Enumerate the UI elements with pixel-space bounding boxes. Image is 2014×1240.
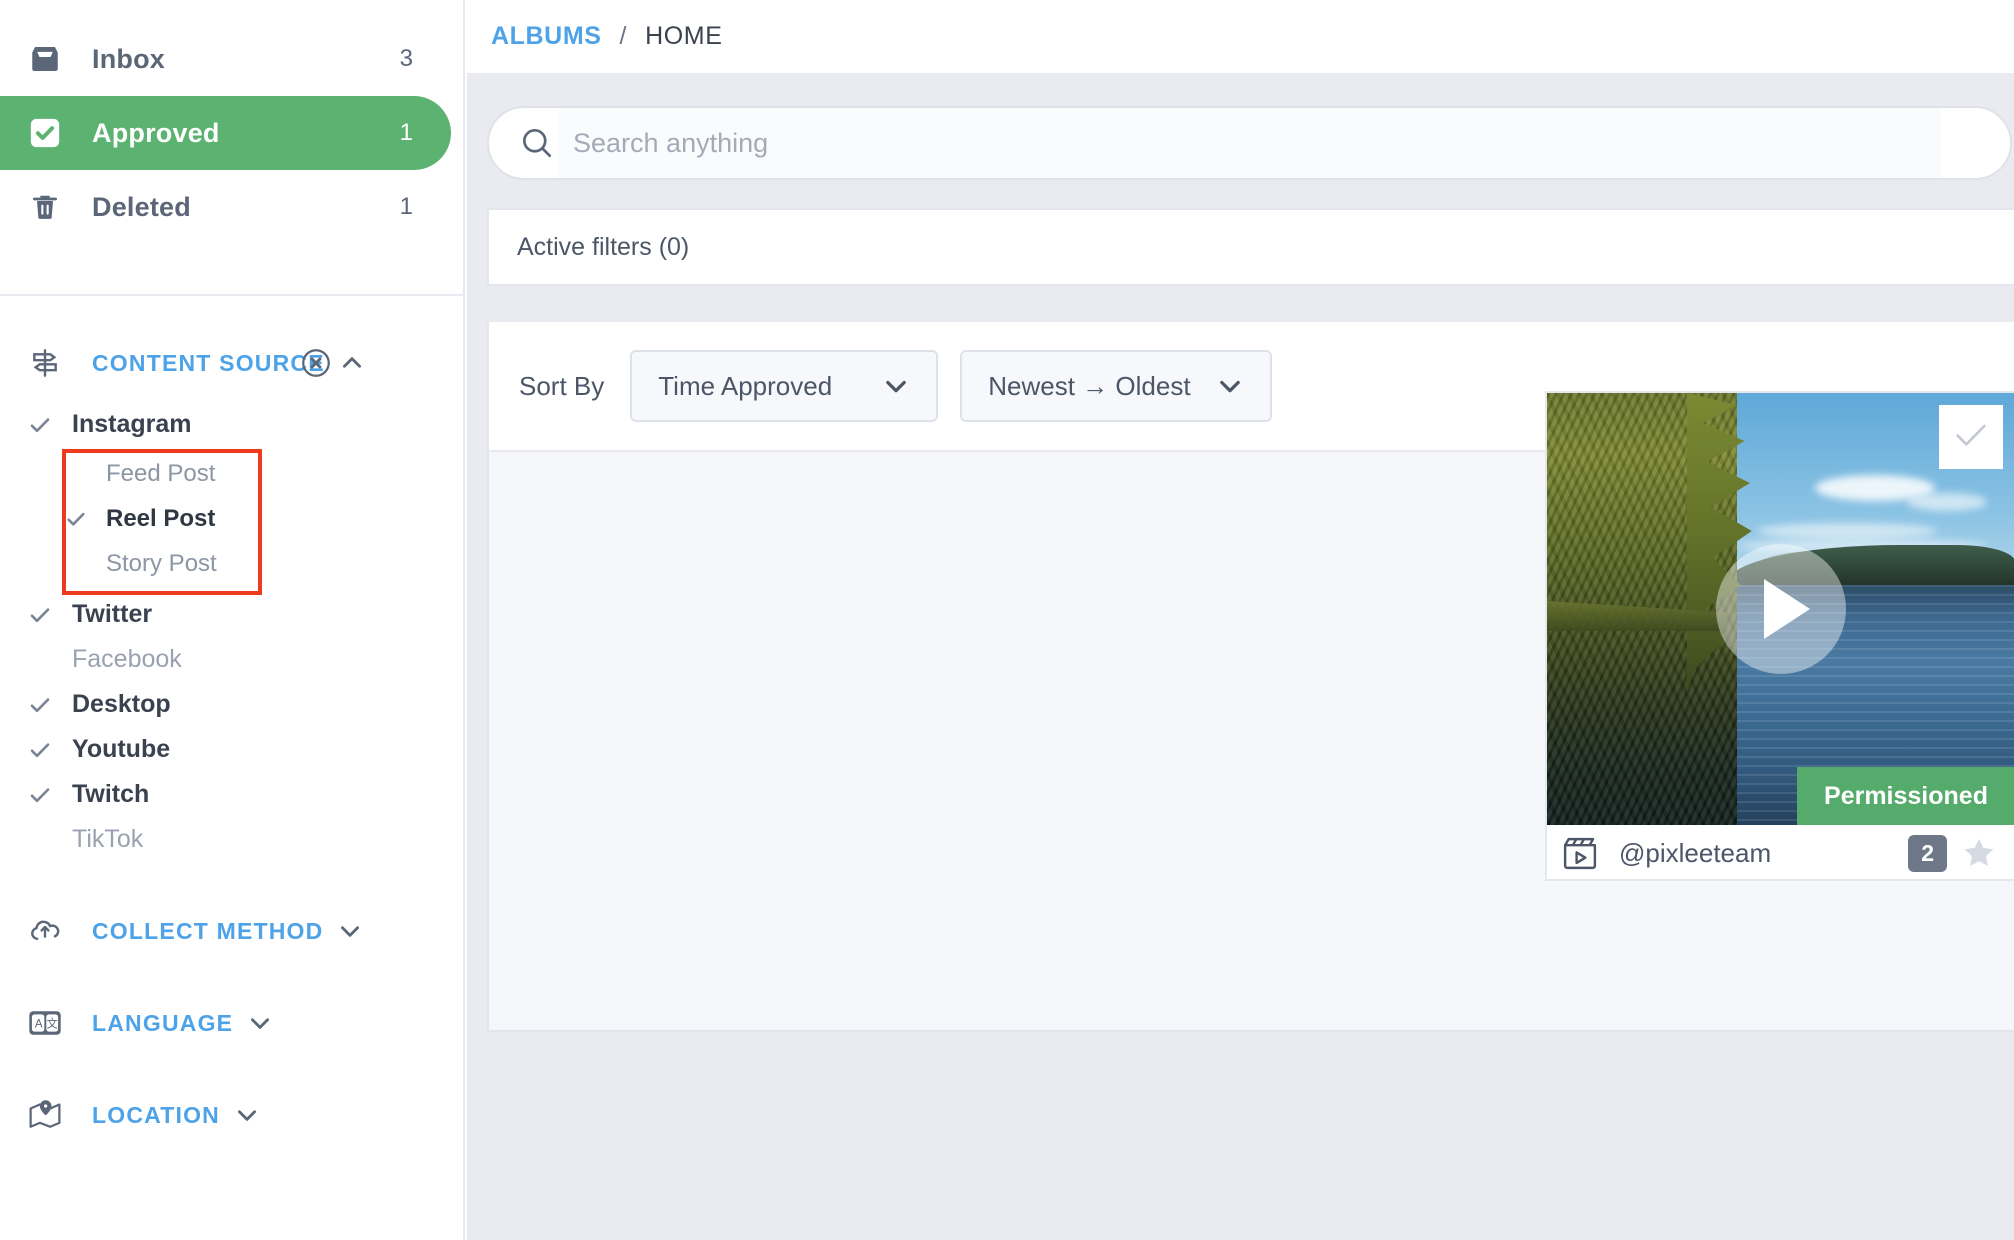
chevron-down-icon[interactable] — [247, 1010, 273, 1036]
source-item-twitter[interactable]: Twitter — [0, 592, 463, 637]
sidebar-item-deleted[interactable]: Deleted 1 — [0, 170, 451, 244]
search-input[interactable] — [563, 128, 2010, 159]
media-author-handle[interactable]: @pixleeteam — [1619, 838, 1908, 869]
filter-header-language[interactable]: A 文 LANGUAGE — [0, 1000, 463, 1046]
breadcrumb-current: HOME — [645, 22, 722, 51]
play-icon[interactable] — [1716, 544, 1846, 674]
chevron-down-icon[interactable] — [234, 1102, 260, 1128]
sort-by-label: Sort By — [519, 371, 604, 402]
filter-title: LOCATION — [92, 1102, 220, 1129]
chevron-down-icon — [882, 372, 910, 400]
source-item-youtube[interactable]: Youtube — [0, 727, 463, 772]
filter-header-content-source[interactable]: CONTENT SOURCE — [0, 340, 463, 386]
filter-title: LANGUAGE — [92, 1010, 233, 1037]
content-source-list: Instagram Feed Post Reel Post — [0, 402, 463, 862]
source-item-instagram[interactable]: Instagram — [0, 402, 463, 447]
sidebar-item-count: 3 — [400, 45, 413, 73]
media-card-footer: @pixleeteam 2 — [1547, 825, 2014, 881]
source-label: Twitch — [72, 780, 149, 809]
check-icon — [22, 413, 58, 437]
search-bar[interactable] — [487, 106, 2012, 180]
active-filters-bar[interactable]: Active filters (0) — [487, 208, 2014, 286]
results-panel: Sort By Time Approved Newest → Oldest — [487, 322, 2014, 1032]
source-label: Desktop — [72, 690, 171, 719]
media-card[interactable]: Permissioned @pixleeteam 2 — [1545, 391, 2014, 881]
filters-panel: CONTENT SOURCE Instagram — [0, 296, 463, 1138]
chevron-down-icon — [1216, 372, 1244, 400]
check-icon — [22, 738, 58, 762]
svg-text:文: 文 — [47, 1017, 58, 1031]
translate-icon: A 文 — [22, 1008, 68, 1038]
filter-title: CONTENT SOURCE — [92, 350, 325, 377]
checkbox-checked-icon — [22, 116, 68, 150]
checkmark-icon — [1951, 415, 1991, 460]
subtype-item-story-post[interactable]: Story Post — [0, 541, 463, 586]
check-icon — [22, 693, 58, 717]
breadcrumb: ALBUMS / HOME — [465, 0, 2014, 73]
select-media-checkbox[interactable] — [1939, 405, 2003, 469]
clear-filter-circle-icon[interactable] — [299, 346, 333, 380]
filter-header-location[interactable]: LOCATION — [0, 1092, 463, 1138]
sidebar-item-label: Deleted — [92, 192, 400, 223]
sidebar: Inbox 3 Approved 1 — [0, 0, 465, 1240]
source-label: Youtube — [72, 735, 170, 764]
chevron-up-icon[interactable] — [339, 350, 365, 376]
sidebar-item-inbox[interactable]: Inbox 3 — [0, 22, 451, 96]
cloud-shape — [1907, 493, 1987, 511]
signpost-icon — [22, 347, 68, 379]
subtype-label: Reel Post — [106, 505, 215, 533]
search-icon — [511, 124, 563, 162]
content-area: Active filters (0) Sort By Time Approved… — [467, 73, 2014, 1240]
map-pin-icon — [22, 1099, 68, 1131]
source-label: Facebook — [72, 645, 182, 674]
app-root: Inbox 3 Approved 1 — [0, 0, 2014, 1240]
instagram-subtypes: Feed Post Reel Post Story Post — [0, 451, 463, 586]
sidebar-item-count: 1 — [400, 193, 413, 221]
check-icon — [22, 603, 58, 627]
media-thumbnail[interactable]: Permissioned — [1547, 393, 2014, 825]
svg-text:A: A — [35, 1018, 43, 1031]
filter-title: COLLECT METHOD — [92, 918, 323, 945]
subtype-label: Story Post — [106, 550, 217, 578]
source-item-tiktok[interactable]: TikTok — [0, 817, 463, 862]
source-label: Instagram — [72, 410, 191, 439]
star-icon[interactable] — [1961, 835, 1997, 871]
chevron-down-icon[interactable] — [337, 918, 363, 944]
sort-order-dropdown[interactable]: Newest → Oldest — [960, 350, 1272, 422]
source-label: Twitter — [72, 600, 152, 629]
source-item-facebook[interactable]: Facebook — [0, 637, 463, 682]
sidebar-item-label: Inbox — [92, 44, 400, 75]
sort-field-value: Time Approved — [658, 371, 882, 402]
sidebar-item-approved[interactable]: Approved 1 — [0, 96, 451, 170]
filter-header-collect-method[interactable]: COLLECT METHOD — [0, 908, 463, 954]
cloud-upload-icon — [22, 914, 68, 948]
trash-icon — [22, 191, 68, 223]
main-content: ALBUMS / HOME Active filters (0) Sort By — [465, 0, 2014, 1240]
subtype-item-feed-post[interactable]: Feed Post — [0, 451, 463, 496]
active-filters-label: Active filters (0) — [517, 233, 689, 262]
subtype-label: Feed Post — [106, 460, 215, 488]
check-icon — [58, 508, 94, 530]
subtype-item-reel-post[interactable]: Reel Post — [0, 496, 463, 541]
source-label: TikTok — [72, 825, 143, 854]
cloud-shape — [1757, 523, 1937, 539]
media-count-badge: 2 — [1908, 835, 1947, 872]
sort-order-value: Newest → Oldest — [988, 371, 1216, 402]
status-badge: Permissioned — [1797, 767, 2014, 825]
play-triangle — [1764, 579, 1810, 639]
sidebar-item-label: Approved — [92, 118, 400, 149]
inbox-icon — [22, 42, 68, 76]
breadcrumb-albums-link[interactable]: ALBUMS — [491, 22, 602, 51]
video-clapperboard-icon — [1561, 836, 1605, 870]
sidebar-nav: Inbox 3 Approved 1 — [0, 0, 463, 244]
sort-field-dropdown[interactable]: Time Approved — [630, 350, 938, 422]
breadcrumb-separator: / — [620, 22, 628, 51]
sidebar-item-count: 1 — [400, 119, 413, 147]
check-icon — [22, 783, 58, 807]
source-item-desktop[interactable]: Desktop — [0, 682, 463, 727]
source-item-twitch[interactable]: Twitch — [0, 772, 463, 817]
